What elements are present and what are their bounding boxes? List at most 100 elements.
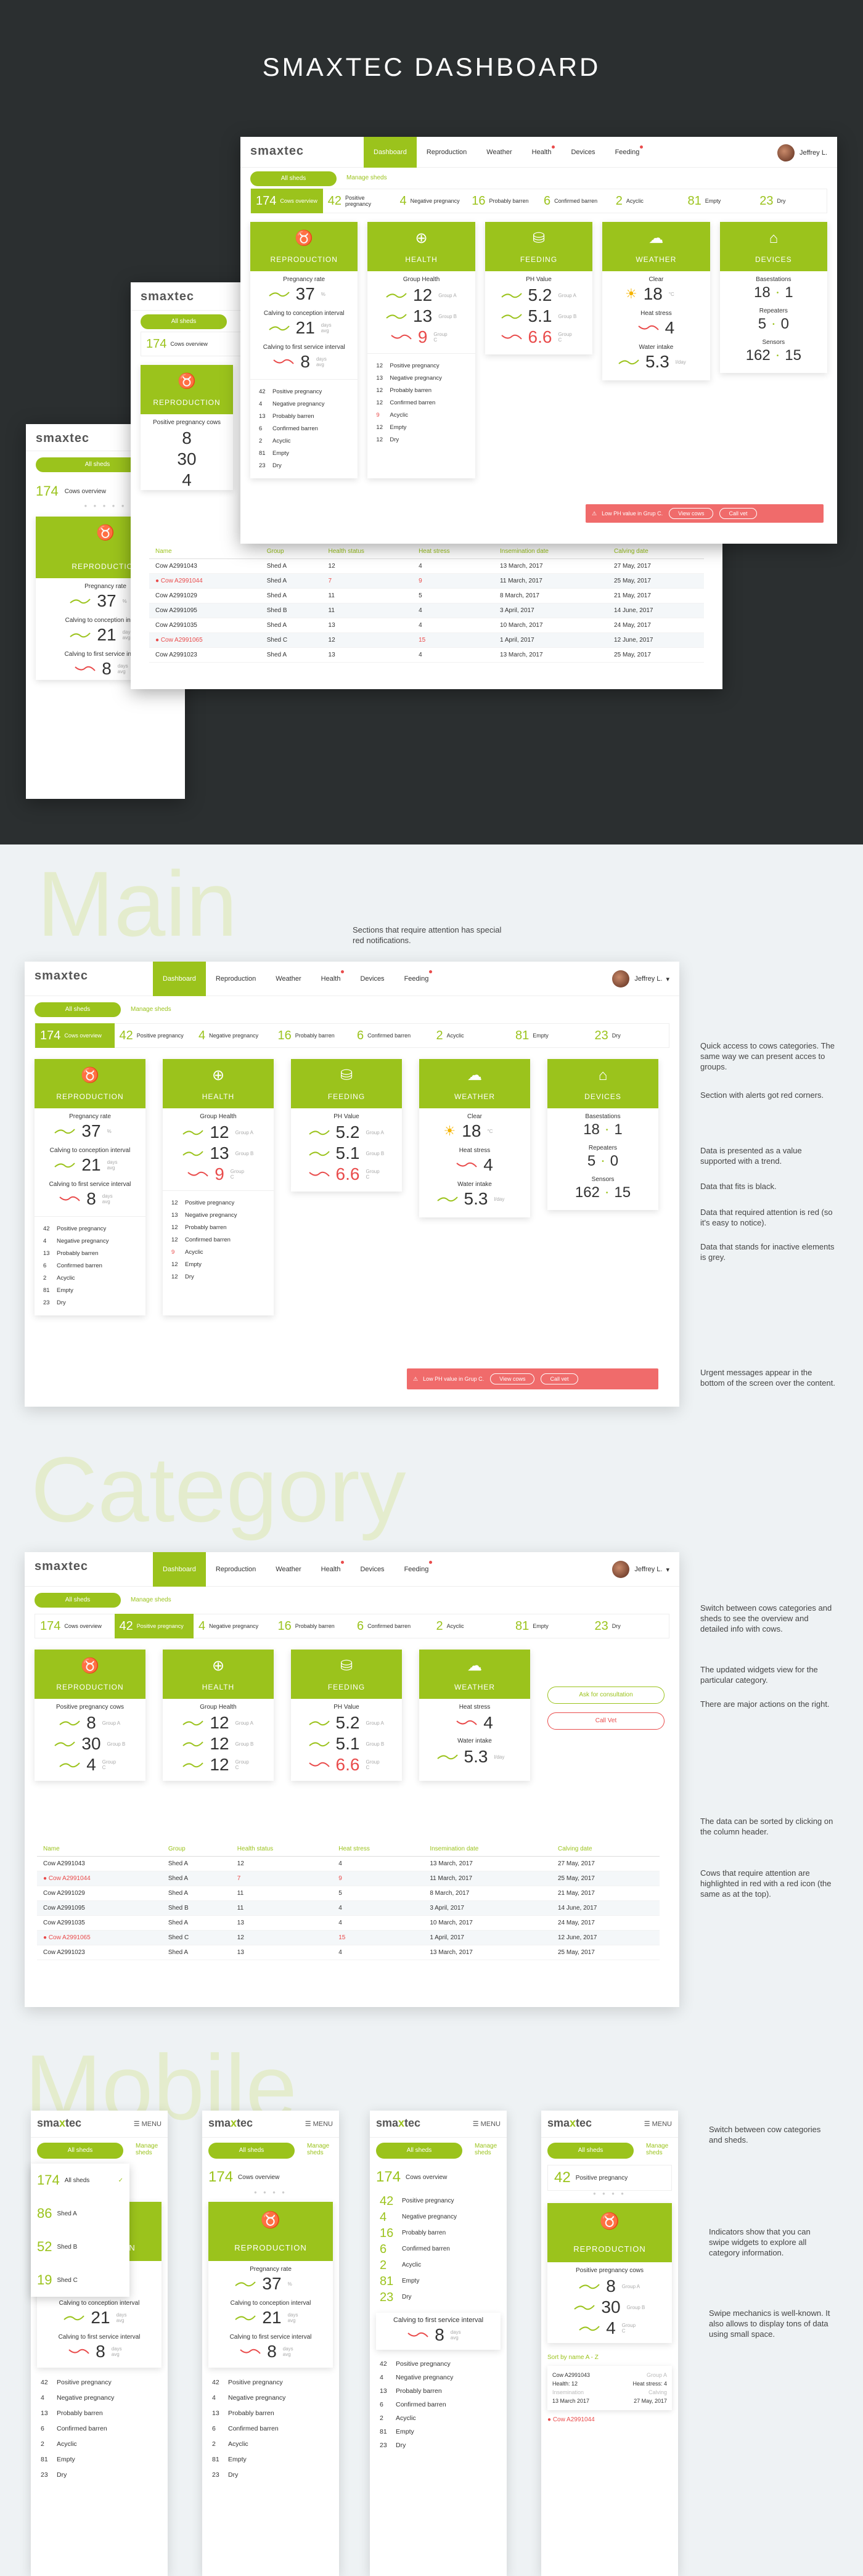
shed-option[interactable]: 86 Shed A <box>31 2197 129 2230</box>
list-item[interactable]: 42 Positive pregnancy <box>43 1223 137 1235</box>
widget-feeding[interactable]: ⛁ FEEDING PH Value 5.2 Group A 5.1 Group B … <box>291 1650 402 1781</box>
category-0[interactable]: 174 Cows overview <box>35 1614 115 1638</box>
list-item[interactable]: 12 Probably barren <box>171 1222 265 1234</box>
list-item[interactable]: 23 Dry <box>259 460 349 472</box>
list-item[interactable]: 6 Confirmed barren <box>43 1260 137 1272</box>
table-row[interactable]: ● Cow A2991044 Shed A 7 9 11 March, 2017 25 M… <box>37 1871 660 1886</box>
shed-option[interactable]: 174 All sheds ✓ <box>31 2164 129 2197</box>
list-item[interactable]: 13 Negative pregnancy <box>171 1209 265 1222</box>
widget-devices[interactable]: ⌂ DEVICES Basestations 18 • 1 Repeaters 5 • 0 Sens… <box>719 222 828 373</box>
avatar[interactable] <box>777 144 795 162</box>
manage-sheds-link[interactable]: Manage sheds <box>307 2143 334 2156</box>
category-6[interactable]: 81 Empty <box>510 1023 590 1048</box>
category-1[interactable]: 42 Positive pregnancy <box>114 1614 194 1638</box>
table-row[interactable]: Cow A2991023 Shed A 13 4 13 March, 2017 25 Ma… <box>149 647 704 663</box>
list-item[interactable]: 12 Dry <box>171 1271 265 1283</box>
category-1[interactable]: 42 Positive pregnancy <box>115 1023 194 1048</box>
list-item[interactable]: 4 Negative pregnancy <box>259 398 349 411</box>
list-item[interactable]: 23 Dry <box>41 2468 158 2483</box>
avatar[interactable] <box>612 1561 630 1578</box>
shed-filter[interactable]: All sheds <box>35 1002 121 1017</box>
category-2[interactable]: 4 Negative pregnancy <box>194 1614 273 1638</box>
list-item[interactable]: 9 Acyclic <box>171 1246 265 1259</box>
tab-devices[interactable]: Devices <box>350 962 394 996</box>
menu-button[interactable]: ☰ MENU <box>134 2120 162 2128</box>
table-row[interactable]: ● Cow A2991065 Shed C 12 15 1 April, 2017 12 … <box>149 632 704 648</box>
list-item[interactable]: 6 Confirmed barren <box>41 2421 158 2437</box>
category-item[interactable]: 42 Positive pregnancy <box>380 2193 497 2209</box>
shed-filter[interactable]: All sheds <box>208 2143 295 2159</box>
list-item[interactable]: 2 Acyclic <box>43 1272 137 1285</box>
category-2[interactable]: 4 Negative pregnancy <box>194 1023 273 1048</box>
category-item[interactable]: 81 Empty <box>380 2273 497 2289</box>
table-row[interactable]: Cow A2991023 Shed A 13 4 13 March, 2017 25 Ma… <box>37 1945 660 1960</box>
widget-health[interactable]: ⊕ HEALTH Group Health 12 Group A 13 Group B 9 Gr… <box>367 222 475 478</box>
cow-card[interactable]: Cow A2991043 Group A Health: 12 Heat stress… <box>547 2366 672 2410</box>
list-item[interactable]: 12 Confirmed barren <box>376 397 466 409</box>
table-row[interactable]: Cow A2991043 Shed A 12 4 13 March, 2017 27 Ma… <box>37 1856 660 1871</box>
list-item[interactable]: 13 Probably barren <box>212 2406 329 2421</box>
widget-weather[interactable]: ☁ WEATHER Clear ☀ 18 °C Heat stress 4 Water inta… <box>602 222 710 380</box>
sort-control[interactable]: Sort by name A - Z <box>547 2354 672 2361</box>
shed-option[interactable]: 19 Shed C <box>31 2263 129 2297</box>
column-header[interactable]: Health status <box>322 544 413 559</box>
widget-reproduction[interactable]: ♉REPRODUCTIONPregnancy rate37%Calving to… <box>35 1059 145 1315</box>
tab-feeding[interactable]: Feeding <box>395 1552 439 1587</box>
category-item[interactable]: 23 Dry <box>380 2289 497 2305</box>
list-item[interactable]: 23 Dry <box>212 2468 329 2483</box>
shed-filter[interactable]: All sheds <box>547 2143 634 2159</box>
column-header[interactable]: Insemination date <box>423 1842 552 1857</box>
list-item[interactable]: 6 Confirmed barren <box>380 2398 497 2411</box>
list-item[interactable]: 2 Acyclic <box>41 2437 158 2452</box>
column-header[interactable]: Insemination date <box>494 544 608 559</box>
shed-option[interactable]: 52 Shed B <box>31 2230 129 2263</box>
category-7[interactable]: 23 Dry <box>755 189 827 213</box>
column-header[interactable]: Name <box>37 1842 162 1857</box>
shed-filter[interactable]: All sheds <box>376 2143 462 2159</box>
table-row[interactable]: ● Cow A2991044 Shed A 7 9 11 March, 2017 25 M… <box>149 573 704 589</box>
list-item[interactable]: 12 Dry <box>376 434 466 446</box>
list-item[interactable]: 42 Positive pregnancy <box>380 2357 497 2371</box>
column-header[interactable]: Group <box>260 544 322 559</box>
tab-health[interactable]: Health <box>311 962 351 996</box>
ask-consultation-button[interactable]: Ask for consultation <box>547 1687 665 1704</box>
list-item[interactable]: 42 Positive pregnancy <box>41 2375 158 2390</box>
list-item[interactable]: 4 Negative pregnancy <box>43 1235 137 1248</box>
list-item[interactable]: 12 Empty <box>376 422 466 434</box>
tab-health[interactable]: Health <box>311 1552 351 1587</box>
category-5[interactable]: 2 Acyclic <box>611 189 683 213</box>
tab-dashboard[interactable]: Dashboard <box>153 962 206 996</box>
call-vet-button[interactable]: Call Vet <box>547 1712 665 1730</box>
category-1[interactable]: 42 Positive pregnancy <box>323 189 395 213</box>
column-header[interactable]: Group <box>162 1842 231 1857</box>
category-5[interactable]: 2 Acyclic <box>432 1614 511 1638</box>
list-item[interactable]: 12 Positive pregnancy <box>376 360 466 372</box>
table-row[interactable]: Cow A2991095 Shed B 11 4 3 April, 2017 14 Jun… <box>149 603 704 618</box>
table-row[interactable]: Cow A2991029 Shed A 11 5 8 March, 2017 21 May… <box>37 1886 660 1901</box>
avatar[interactable] <box>612 970 630 987</box>
list-item[interactable]: 9 Acyclic <box>376 409 466 422</box>
list-item[interactable]: 81 Empty <box>380 2425 497 2439</box>
category-6[interactable]: 81 Empty <box>683 189 755 213</box>
list-item[interactable]: 6 Confirmed barren <box>212 2421 329 2437</box>
category-4[interactable]: 6 Confirmed barren <box>352 1023 432 1048</box>
table-row[interactable]: Cow A2991035 Shed A 13 4 10 March, 2017 24 Ma… <box>37 1915 660 1931</box>
column-header[interactable]: Name <box>149 544 261 559</box>
list-item[interactable]: 23 Dry <box>380 2439 497 2452</box>
widget-weather[interactable]: ☁ WEATHER Clear ☀ 18 °C Heat stress 4 Water inta… <box>419 1059 530 1217</box>
manage-sheds-link[interactable]: Manage sheds <box>646 2143 673 2156</box>
category-3[interactable]: 16 Probably barren <box>273 1023 353 1048</box>
tab-reproduction[interactable]: Reproduction <box>206 1552 266 1587</box>
column-header[interactable]: Health status <box>231 1842 333 1857</box>
list-item[interactable]: 13 Negative pregnancy <box>376 372 466 385</box>
list-item[interactable]: 13 Probably barren <box>41 2406 158 2421</box>
widget-devices[interactable]: ⌂ DEVICES Basestations 18 • 1 Repeaters 5 • 0 Sens… <box>547 1059 658 1210</box>
list-item[interactable]: 6 Confirmed barren <box>259 423 349 435</box>
list-item[interactable]: 81 Empty <box>212 2452 329 2468</box>
manage-sheds-link[interactable]: Manage sheds <box>475 2143 502 2156</box>
list-item[interactable]: 2 Acyclic <box>212 2437 329 2452</box>
category-4[interactable]: 6 Confirmed barren <box>539 189 611 213</box>
list-item[interactable]: 13 Probably barren <box>380 2384 497 2398</box>
category-item[interactable]: 2 Acyclic <box>380 2257 497 2273</box>
menu-button[interactable]: ☰ MENU <box>473 2120 501 2128</box>
